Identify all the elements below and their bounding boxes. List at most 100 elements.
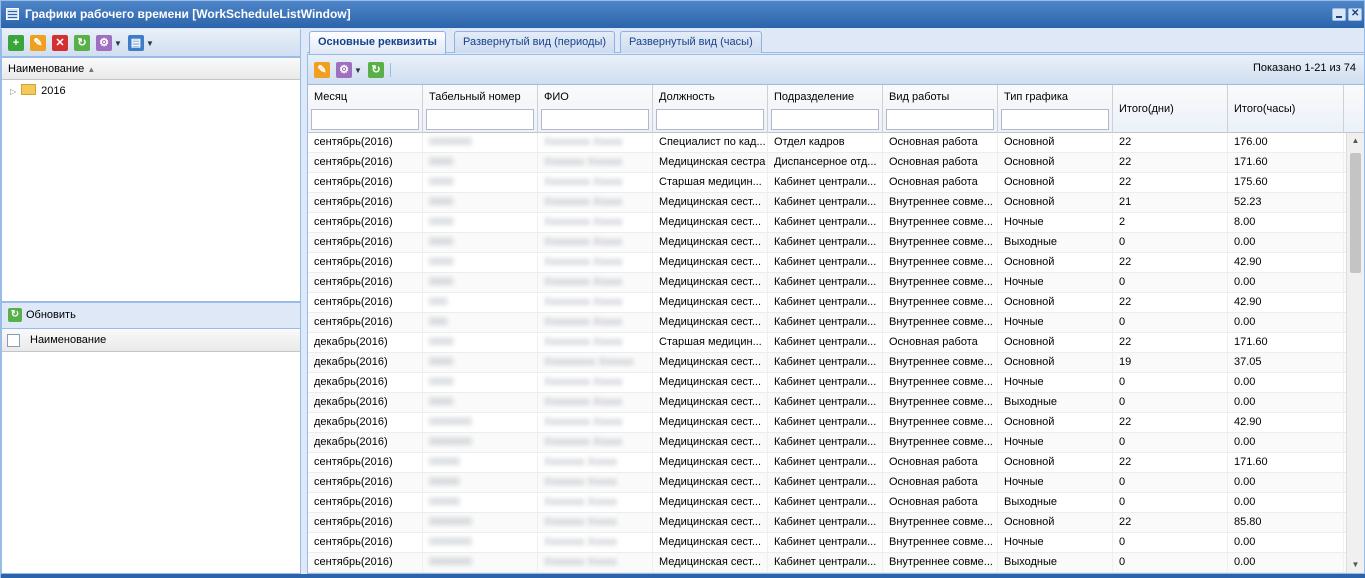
table-row[interactable]: декабрь(2016) 0000000 Хххххххх Ххххх Медици…	[308, 433, 1346, 453]
scroll-thumb[interactable]	[1350, 153, 1361, 273]
cell-value: сентябрь(2016)	[314, 256, 393, 268]
scroll-up-icon[interactable]: ▲	[1347, 133, 1364, 149]
col-total-days-header[interactable]: Итого(дни)	[1113, 85, 1228, 133]
column-header-label: Подразделение	[774, 91, 855, 103]
edit-icon[interactable]: ✎	[30, 35, 46, 51]
print-dropdown-arrow[interactable]: ▼	[146, 39, 154, 48]
col-schedule-type-filter-input[interactable]	[1001, 109, 1109, 130]
table-row[interactable]: сентябрь(2016) 0000000 Ххххххх Ххххх Медици…	[308, 553, 1346, 573]
cell-value: 42.90	[1234, 256, 1262, 268]
table-row[interactable]: декабрь(2016) 0000 Хххххххх Ххххх Медицинск…	[308, 373, 1346, 393]
col-schedule-type-cell: Выходные	[998, 393, 1113, 413]
close-button[interactable]	[1348, 8, 1362, 21]
gear-icon[interactable]: ⚙	[336, 62, 352, 78]
list-column-header[interactable]: Наименование	[2, 329, 300, 352]
tab-expanded-hours[interactable]: Развернутый вид (часы)	[620, 31, 762, 53]
table-row[interactable]: сентябрь(2016) 0000 Хххххххх Ххххх Медицинс…	[308, 233, 1346, 253]
col-fio-filter-input[interactable]	[541, 109, 649, 130]
cell-value: 52.23	[1234, 196, 1262, 208]
col-position-cell: Медицинская сест...	[653, 553, 768, 573]
tab-expanded-periods[interactable]: Развернутый вид (периоды)	[454, 31, 616, 53]
select-all-checkbox[interactable]	[7, 334, 20, 347]
refresh-icon[interactable]: ↻	[368, 62, 384, 78]
expand-arrow-icon[interactable]: ▷	[10, 87, 18, 96]
col-work-type-filter-input[interactable]	[886, 109, 994, 130]
col-tab-number-cell: 0000	[423, 153, 538, 173]
col-total-days-cell: 0	[1113, 233, 1228, 253]
minimize-button[interactable]	[1332, 8, 1346, 21]
col-position-header[interactable]: Должность	[653, 85, 768, 133]
col-tab-number-filter-input[interactable]	[426, 109, 534, 130]
add-icon[interactable]: +	[8, 35, 24, 51]
col-fio-cell: Хххххххх Ххххх	[538, 293, 653, 313]
table-row[interactable]: сентябрь(2016) 0000 Ххххххх Хххххх Медицинс…	[308, 153, 1346, 173]
col-schedule-type-cell: Выходные	[998, 233, 1113, 253]
cell-value: Кабинет централи...	[774, 216, 877, 228]
table-row[interactable]: сентябрь(2016) 00000 Ххххххх Ххххх Медицинс…	[308, 493, 1346, 513]
gear-dropdown-arrow[interactable]: ▼	[114, 39, 122, 48]
col-tab-number-header[interactable]: Табельный номер	[423, 85, 538, 133]
cell-value: Медицинская сест...	[659, 256, 762, 268]
tree-column-header[interactable]: Наименование ▲	[2, 58, 300, 80]
col-fio-header[interactable]: ФИО	[538, 85, 653, 133]
gear-dropdown-arrow[interactable]: ▼	[354, 66, 362, 75]
col-total-hours-header[interactable]: Итого(часы)	[1228, 85, 1344, 133]
col-schedule-type-cell: Основной	[998, 133, 1113, 153]
col-month-cell: сентябрь(2016)	[308, 553, 423, 573]
refresh-icon[interactable]: ↻	[74, 35, 90, 51]
table-row[interactable]: сентябрь(2016) 0000 Хххххххх Ххххх Медицинс…	[308, 253, 1346, 273]
gear-icon[interactable]: ⚙	[96, 35, 112, 51]
col-work-type-cell: Внутреннее совме...	[883, 373, 998, 393]
table-row[interactable]: сентябрь(2016) 000 Хххххххх Ххххх Медицинск…	[308, 313, 1346, 333]
table-row[interactable]: сентябрь(2016) 0000 Хххххххх Ххххх Старшая …	[308, 173, 1346, 193]
cell-value: 22	[1119, 136, 1132, 148]
col-position-cell: Специалист по кад...	[653, 133, 768, 153]
col-month-header[interactable]: Месяц	[308, 85, 423, 133]
print-icon[interactable]: ▤	[128, 35, 144, 51]
table-row[interactable]: декабрь(2016) 0000 Хххххххх Ххххх Медицинск…	[308, 393, 1346, 413]
table-row[interactable]: декабрь(2016) 0000 Хххххххх Ххххх Старшая м…	[308, 333, 1346, 353]
col-department-header[interactable]: Подразделение	[768, 85, 883, 133]
col-work-type-cell: Основная работа	[883, 453, 998, 473]
table-row[interactable]: сентябрь(2016) 000 Хххххххх Ххххх Медицинск…	[308, 293, 1346, 313]
refresh-icon[interactable]: ↻	[8, 308, 22, 322]
col-position-filter-input[interactable]	[656, 109, 764, 130]
table-row[interactable]: декабрь(2016) 0000 Ххххххххх Хххххх Медицин…	[308, 353, 1346, 373]
table-row[interactable]: сентябрь(2016) 0000 Хххххххх Ххххх Медицинс…	[308, 213, 1346, 233]
col-department-cell: Кабинет централи...	[768, 333, 883, 353]
col-department-filter-input[interactable]	[771, 109, 879, 130]
table-row[interactable]: сентябрь(2016) 00000 Ххххххх Ххххх Медицинс…	[308, 473, 1346, 493]
delete-icon[interactable]: ✕	[52, 35, 68, 51]
col-position-cell: Медицинская сест...	[653, 533, 768, 553]
schedule-grid: ✎ ⚙ ▼ ↻ Показано 1-21 из 74 Месяц Табельн…	[307, 54, 1365, 574]
col-month-filter-input[interactable]	[311, 109, 419, 130]
col-schedule-type-header[interactable]: Тип графика	[998, 85, 1113, 133]
table-row[interactable]: сентябрь(2016) 0000 Хххххххх Ххххх Медицинс…	[308, 193, 1346, 213]
vertical-scrollbar[interactable]: ▲ ▼	[1346, 133, 1364, 573]
cell-value: 42.90	[1234, 416, 1262, 428]
col-work-type-header[interactable]: Вид работы	[883, 85, 998, 133]
scroll-down-icon[interactable]: ▼	[1347, 557, 1364, 573]
table-row[interactable]: сентябрь(2016) 0000000 Хххххххх Ххххх Специ…	[308, 133, 1346, 153]
col-work-type-cell: Внутреннее совме...	[883, 433, 998, 453]
cell-value: 0.00	[1234, 276, 1256, 288]
refresh-button[interactable]: Обновить	[26, 309, 76, 321]
table-row[interactable]: сентябрь(2016) 0000000 Ххххххх Ххххх Медици…	[308, 513, 1346, 533]
tree-node-2016[interactable]: ▷ 2016	[2, 81, 300, 100]
cell-value: Внутреннее совме...	[889, 556, 993, 568]
cell-value: 0000	[429, 196, 454, 208]
tab-main-requisites[interactable]: Основные реквизиты	[309, 31, 446, 54]
edit-icon[interactable]: ✎	[314, 62, 330, 78]
column-header-label: Вид работы	[889, 91, 950, 103]
cell-value: Кабинет централи...	[774, 376, 877, 388]
table-row[interactable]: сентябрь(2016) 0000 Хххххххх Ххххх Медицинс…	[308, 273, 1346, 293]
col-total-days-cell: 0	[1113, 313, 1228, 333]
table-row[interactable]: декабрь(2016) 0000000 Хххххххх Ххххх Медици…	[308, 413, 1346, 433]
col-work-type-cell: Внутреннее совме...	[883, 233, 998, 253]
table-row[interactable]: сентябрь(2016) 00000 Ххххххх Ххххх Медицинс…	[308, 453, 1346, 473]
table-row[interactable]: сентябрь(2016) 0000000 Ххххххх Ххххх Медици…	[308, 533, 1346, 553]
cell-value: Хххххххх Ххххх	[544, 436, 623, 448]
cell-value: 0	[1119, 236, 1126, 248]
col-fio-cell: Хххххххх Ххххх	[538, 193, 653, 213]
col-month-cell: сентябрь(2016)	[308, 273, 423, 293]
